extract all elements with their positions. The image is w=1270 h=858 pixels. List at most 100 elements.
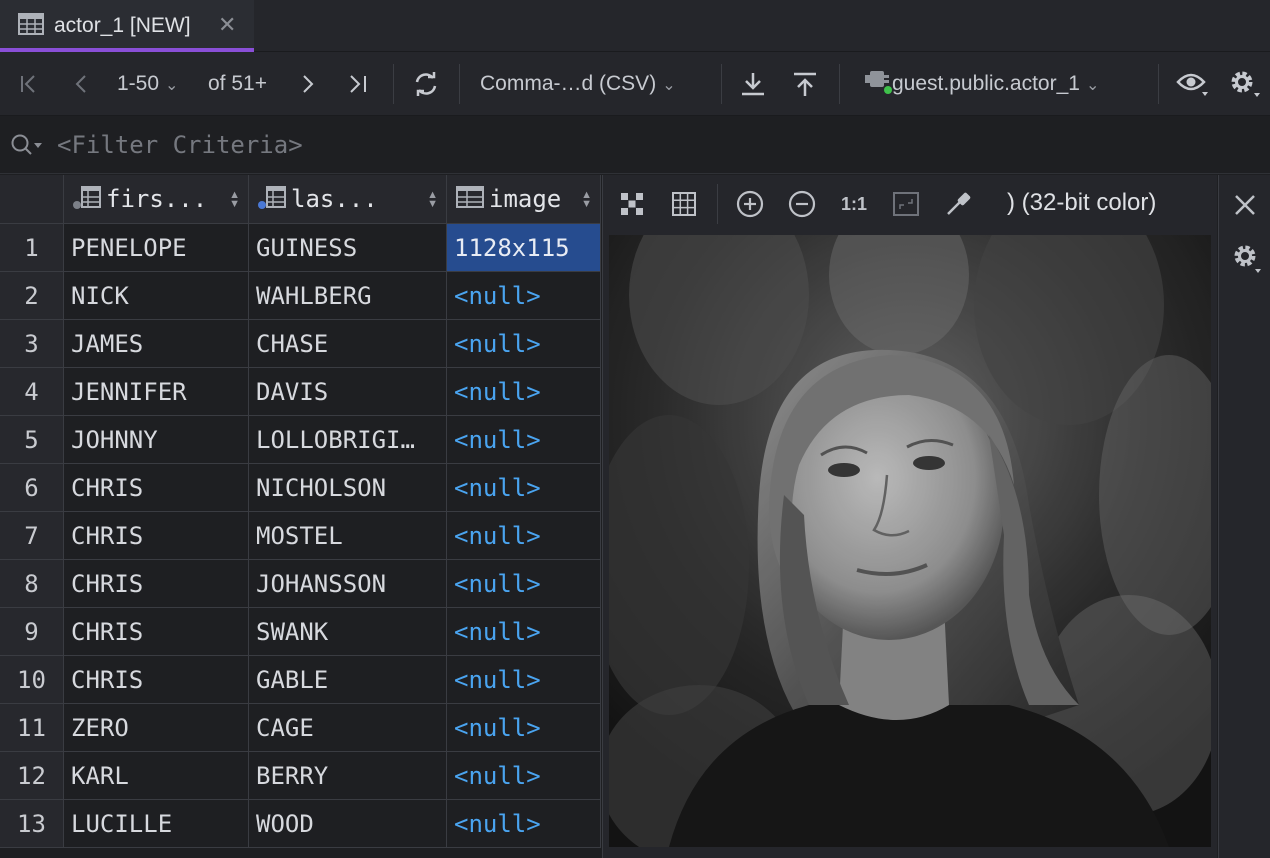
zoom-out-icon[interactable] [785, 187, 819, 221]
cell-last-name[interactable]: SWANK [249, 608, 447, 656]
cell-image[interactable]: <null> [447, 512, 601, 560]
cell-image[interactable]: <null> [447, 560, 601, 608]
cell-image[interactable]: <null> [447, 272, 601, 320]
table-row[interactable]: 12 KARL BERRY <null> [0, 752, 601, 800]
actual-size-button[interactable]: 1:1 [837, 187, 871, 221]
table-row[interactable]: 4 JENNIFER DAVIS <null> [0, 368, 601, 416]
table-row[interactable]: 2 NICK WAHLBERG <null> [0, 272, 601, 320]
zoom-in-icon[interactable] [733, 187, 767, 221]
table-row[interactable]: 13 LUCILLE WOOD <null> [0, 800, 601, 848]
cell-last-name[interactable]: GUINESS [249, 224, 447, 272]
table-row[interactable]: 7 CHRIS MOSTEL <null> [0, 512, 601, 560]
cell-first-name[interactable]: NICK [64, 272, 249, 320]
color-picker-icon[interactable] [941, 187, 975, 221]
sort-icon[interactable]: ▲ ▼ [427, 190, 438, 210]
table-row[interactable]: 5 JOHNNY LOLLOBRIGI… <null> [0, 416, 601, 464]
chevron-down-icon: ⌄ [662, 77, 676, 94]
cell-last-name[interactable]: CAGE [249, 704, 447, 752]
toolbar-separator [1158, 64, 1159, 104]
chevron-down-icon: ⌄ [1085, 77, 1100, 94]
toolbar-separator [721, 64, 722, 104]
settings-icon[interactable] [1228, 52, 1262, 116]
upload-icon[interactable] [792, 52, 818, 116]
next-page-icon[interactable] [297, 52, 319, 116]
cell-image[interactable]: <null> [447, 656, 601, 704]
cell-image[interactable]: <null> [447, 704, 601, 752]
side-tool-strip [1218, 175, 1270, 858]
cell-image[interactable]: 1128x115 [447, 224, 601, 272]
cell-last-name[interactable]: WAHLBERG [249, 272, 447, 320]
cell-image[interactable]: <null> [447, 608, 601, 656]
column-label: image [489, 185, 562, 213]
filter-input[interactable]: <Filter Criteria> [57, 131, 303, 159]
cell-last-name[interactable]: BERRY [249, 752, 447, 800]
cell-image[interactable]: <null> [447, 752, 601, 800]
data-grid: firs... ▲ ▼ las... ▲ ▼ image ▲ ▼ 1 PENELOPE G… [0, 175, 601, 858]
fit-to-window-icon[interactable] [615, 187, 649, 221]
cell-image[interactable]: <null> [447, 320, 601, 368]
page-range-dropdown[interactable]: 1-50 ⌄ [117, 52, 178, 116]
table-row[interactable]: 3 JAMES CHASE <null> [0, 320, 601, 368]
fit-zoom-icon[interactable] [889, 187, 923, 221]
last-page-icon[interactable] [346, 52, 370, 116]
cell-first-name[interactable]: JOHNNY [64, 416, 249, 464]
tab-actor-1[interactable]: actor_1 [NEW] ✕ [0, 0, 254, 52]
cell-first-name[interactable]: JAMES [64, 320, 249, 368]
row-number-header [0, 175, 64, 224]
sort-icon[interactable]: ▲ ▼ [229, 190, 240, 210]
export-format-dropdown[interactable]: Comma-…d (CSV) ⌄ [480, 52, 676, 116]
table-row[interactable]: 11 ZERO CAGE <null> [0, 704, 601, 752]
download-icon[interactable] [740, 52, 766, 116]
row-number: 11 [0, 704, 64, 752]
chevron-down-icon: ⌄ [165, 77, 179, 94]
cell-last-name[interactable]: WOOD [249, 800, 447, 848]
image-preview [609, 235, 1211, 847]
cell-first-name[interactable]: CHRIS [64, 608, 249, 656]
close-icon[interactable]: ✕ [218, 12, 236, 38]
cell-first-name[interactable]: JENNIFER [64, 368, 249, 416]
previous-page-icon[interactable] [70, 52, 92, 116]
toolbar-separator [717, 184, 718, 224]
table-row[interactable]: 8 CHRIS JOHANSSON <null> [0, 560, 601, 608]
table-row[interactable]: 6 CHRIS NICHOLSON <null> [0, 464, 601, 512]
panel-settings-icon[interactable] [1231, 241, 1265, 282]
cell-image[interactable]: <null> [447, 368, 601, 416]
cell-last-name[interactable]: DAVIS [249, 368, 447, 416]
column-header-last-name[interactable]: las... ▲ ▼ [249, 175, 447, 224]
cell-first-name[interactable]: CHRIS [64, 512, 249, 560]
cell-last-name[interactable]: CHASE [249, 320, 447, 368]
reload-icon[interactable] [412, 52, 440, 116]
view-options-icon[interactable] [1176, 52, 1210, 116]
image-viewer-panel: 1:1 ) (32-bit color) [602, 175, 1217, 858]
cell-first-name[interactable]: ZERO [64, 704, 249, 752]
cell-last-name[interactable]: MOSTEL [249, 512, 447, 560]
cell-first-name[interactable]: CHRIS [64, 560, 249, 608]
cell-last-name[interactable]: LOLLOBRIGI… [249, 416, 447, 464]
sort-icon[interactable]: ▲ ▼ [581, 190, 592, 210]
column-header-first-name[interactable]: firs... ▲ ▼ [64, 175, 249, 224]
cell-image[interactable]: <null> [447, 416, 601, 464]
cell-first-name[interactable]: LUCILLE [64, 800, 249, 848]
table-row[interactable]: 9 CHRIS SWANK <null> [0, 608, 601, 656]
cell-first-name[interactable]: CHRIS [64, 464, 249, 512]
cell-first-name[interactable]: CHRIS [64, 656, 249, 704]
export-format-value: Comma-…d (CSV) [480, 72, 657, 95]
search-icon[interactable] [10, 133, 46, 164]
cell-image[interactable]: <null> [447, 800, 601, 848]
cell-last-name[interactable]: JOHANSSON [249, 560, 447, 608]
column-header-image[interactable]: image ▲ ▼ [447, 175, 601, 224]
cell-last-name[interactable]: NICHOLSON [249, 464, 447, 512]
cell-image[interactable]: <null> [447, 464, 601, 512]
cell-first-name[interactable]: PENELOPE [64, 224, 249, 272]
toolbar-separator [459, 64, 460, 104]
grid-toggle-icon[interactable] [667, 187, 701, 221]
first-page-icon[interactable] [18, 52, 40, 116]
cell-first-name[interactable]: KARL [64, 752, 249, 800]
close-panel-icon[interactable] [1233, 193, 1257, 222]
key-column-icon [257, 183, 287, 216]
table-row[interactable]: 10 CHRIS GABLE <null> [0, 656, 601, 704]
table-row[interactable]: 1 PENELOPE GUINESS 1128x115 [0, 224, 601, 272]
cell-last-name[interactable]: GABLE [249, 656, 447, 704]
datasource-dropdown[interactable]: guest.public.actor_1 ⌄ [862, 52, 1099, 116]
datasource-value: guest.public.actor_1 [892, 72, 1080, 95]
